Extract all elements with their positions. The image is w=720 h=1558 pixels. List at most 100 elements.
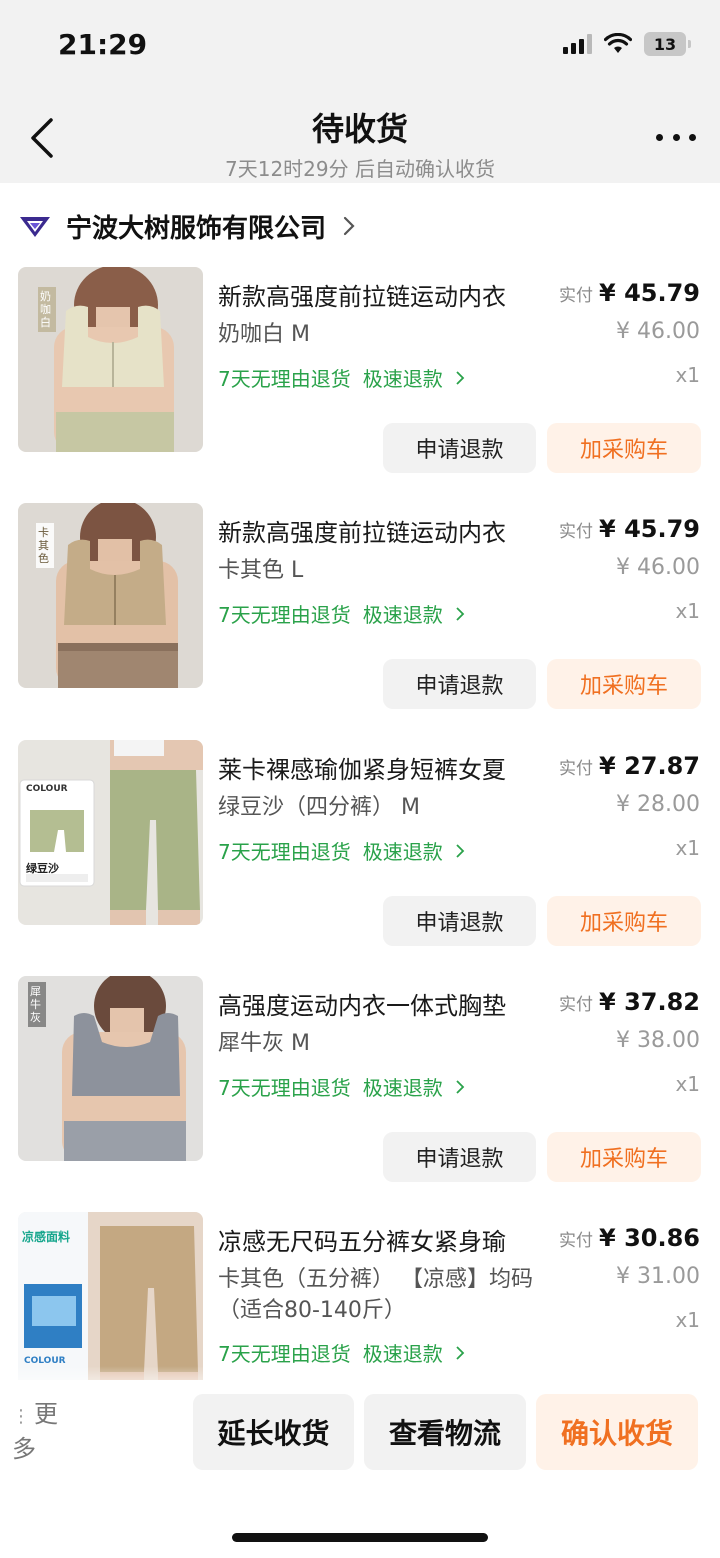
shop-badge-icon bbox=[20, 217, 50, 237]
paid-label: 实付 bbox=[559, 995, 594, 1015]
status-time: 21:29 bbox=[58, 28, 148, 61]
shop-header[interactable]: 宁波大树服饰有限公司 bbox=[18, 206, 356, 246]
more-options-button[interactable] bbox=[652, 122, 700, 152]
service-tags[interactable]: 7天无理由退货 极速退款 bbox=[218, 363, 465, 392]
wifi-icon bbox=[604, 33, 632, 53]
product-image[interactable]: COLOUR 绿豆沙 bbox=[18, 740, 203, 925]
chevron-right-icon bbox=[343, 216, 355, 236]
paid-price: 实付 ¥ 30.86 bbox=[559, 1224, 700, 1252]
product-image[interactable]: 犀牛灰 bbox=[18, 976, 203, 1161]
product-title[interactable]: 新款高强度前拉链运动内衣 bbox=[218, 277, 558, 312]
quantity: x1 bbox=[675, 1072, 700, 1096]
paid-amount: ¥ 30.86 bbox=[599, 1224, 700, 1252]
return-policy-tag: 7天无理由退货 bbox=[218, 840, 351, 864]
return-policy-tag: 7天无理由退货 bbox=[218, 603, 351, 627]
refund-button[interactable]: 申请退款 bbox=[383, 423, 536, 473]
product-title[interactable]: 莱卡裸感瑜伽紧身短裤女夏 bbox=[218, 750, 558, 785]
product-spec: 奶咖白 M bbox=[218, 322, 310, 347]
return-policy-tag: 7天无理由退货 bbox=[218, 1342, 351, 1366]
original-price: ¥ 28.00 bbox=[616, 792, 700, 817]
refund-button[interactable]: 申请退款 bbox=[383, 659, 536, 709]
product-image-badge: COLOUR bbox=[24, 1356, 66, 1366]
chevron-right-icon bbox=[456, 1345, 465, 1360]
service-tags[interactable]: 7天无理由退货 极速退款 bbox=[218, 1072, 465, 1101]
original-price: ¥ 38.00 bbox=[616, 1028, 700, 1053]
paid-amount: ¥ 45.79 bbox=[599, 515, 700, 543]
product-spec: 绿豆沙（四分裤） M bbox=[218, 795, 420, 820]
battery-level: 13 bbox=[653, 34, 677, 54]
bottom-action-bar: ⋮ 更多 延长收货 查看物流 确认收货 bbox=[0, 1380, 720, 1558]
paid-amount: ¥ 27.87 bbox=[599, 752, 700, 780]
paid-price: 实付 ¥ 37.82 bbox=[559, 988, 700, 1016]
product-title[interactable]: 高强度运动内衣一体式胸垫 bbox=[218, 986, 558, 1021]
product-image[interactable]: 奶咖白 bbox=[18, 267, 203, 452]
order-item[interactable]: 犀牛灰 高强度运动内衣一体式胸垫 犀牛灰 M 7天无理由退货 极速退款 实付 ¥ … bbox=[0, 976, 720, 1212]
paid-label: 实付 bbox=[559, 759, 594, 779]
order-item[interactable]: 奶咖白 新款高强度前拉链运动内衣 奶咖白 M 7天无理由退货 极速退款 实付 ¥ … bbox=[0, 267, 720, 503]
home-indicator[interactable] bbox=[232, 1533, 488, 1542]
product-image-tag: 卡其色 bbox=[36, 523, 54, 568]
return-policy-tag: 7天无理由退货 bbox=[218, 1076, 351, 1100]
fast-refund-tag: 极速退款 bbox=[362, 840, 443, 864]
chevron-right-icon bbox=[456, 606, 465, 621]
order-item[interactable]: COLOUR 绿豆沙 莱卡裸感瑜伽紧身短裤女夏 绿豆沙（四分裤） M 7天无理由… bbox=[0, 740, 720, 976]
quantity: x1 bbox=[675, 599, 700, 623]
confirm-receipt-button[interactable]: 确认收货 bbox=[536, 1394, 698, 1470]
chevron-right-icon bbox=[456, 370, 465, 385]
add-to-cart-button[interactable]: 加采购车 bbox=[547, 659, 701, 709]
product-title[interactable]: 凉感无尺码五分裤女紧身瑜 bbox=[218, 1222, 558, 1257]
quantity: x1 bbox=[675, 1308, 700, 1332]
quantity: x1 bbox=[675, 363, 700, 387]
order-item[interactable]: 卡其色 新款高强度前拉链运动内衣 卡其色 L 7天无理由退货 极速退款 实付 ¥ … bbox=[0, 503, 720, 739]
extend-receipt-button[interactable]: 延长收货 bbox=[193, 1394, 354, 1470]
product-spec: 卡其色 L bbox=[218, 558, 304, 583]
dot-icon bbox=[689, 133, 696, 141]
auto-confirm-countdown: 7天12时29分 后自动确认收货 bbox=[225, 157, 495, 181]
battery-icon: 13 bbox=[644, 32, 691, 56]
product-title[interactable]: 新款高强度前拉链运动内衣 bbox=[218, 513, 558, 548]
original-price: ¥ 46.00 bbox=[616, 319, 700, 344]
paid-label: 实付 bbox=[559, 286, 594, 306]
add-to-cart-button[interactable]: 加采购车 bbox=[547, 1132, 701, 1182]
dot-icon bbox=[656, 133, 663, 141]
add-to-cart-button[interactable]: 加采购车 bbox=[547, 423, 701, 473]
fast-refund-tag: 极速退款 bbox=[362, 603, 443, 627]
service-tags[interactable]: 7天无理由退货 极速退款 bbox=[218, 599, 465, 628]
refund-button[interactable]: 申请退款 bbox=[383, 1132, 536, 1182]
paid-label: 实付 bbox=[559, 1231, 594, 1251]
product-spec: 卡其色（五分裤） 【凉感】均码（适合80-140斤） bbox=[218, 1267, 533, 1323]
paid-price: 实付 ¥ 45.79 bbox=[559, 279, 700, 307]
status-icons: 13 bbox=[563, 32, 691, 56]
view-logistics-button[interactable]: 查看物流 bbox=[364, 1394, 526, 1470]
product-image-tag: 奶咖白 bbox=[38, 287, 56, 332]
product-image[interactable]: 卡其色 bbox=[18, 503, 203, 688]
page-title: 待收货 bbox=[311, 110, 408, 148]
paid-label: 实付 bbox=[559, 522, 594, 542]
service-tags[interactable]: 7天无理由退货 极速退款 bbox=[218, 836, 465, 865]
fast-refund-tag: 极速退款 bbox=[362, 1076, 443, 1100]
header-area: 21:29 13 待收货 7天12时29分 后自动确认收货 bbox=[0, 0, 720, 183]
refund-button[interactable]: 申请退款 bbox=[383, 896, 536, 946]
product-image-badge: COLOUR bbox=[26, 784, 68, 794]
quantity: x1 bbox=[675, 836, 700, 860]
product-image-tag: 犀牛灰 bbox=[28, 982, 46, 1027]
fast-refund-tag: 极速退款 bbox=[362, 1342, 443, 1366]
add-to-cart-button[interactable]: 加采购车 bbox=[547, 896, 701, 946]
more-actions-button[interactable]: ⋮ 更多 bbox=[12, 1398, 72, 1465]
chevron-right-icon bbox=[456, 1079, 465, 1094]
paid-amount: ¥ 45.79 bbox=[599, 279, 700, 307]
paid-price: 实付 ¥ 27.87 bbox=[559, 752, 700, 780]
dot-icon bbox=[672, 133, 680, 141]
chevron-right-icon bbox=[456, 843, 465, 858]
fast-refund-tag: 极速退款 bbox=[362, 367, 443, 391]
signal-icon bbox=[563, 34, 592, 54]
product-image-tag: 凉感面料 bbox=[22, 1230, 71, 1244]
service-tags[interactable]: 7天无理由退货 极速退款 bbox=[218, 1338, 465, 1367]
more-dots-icon: ⋮ bbox=[12, 1406, 30, 1427]
product-spec: 犀牛灰 M bbox=[218, 1031, 310, 1056]
return-policy-tag: 7天无理由退货 bbox=[218, 367, 351, 391]
product-image-tag: 绿豆沙 bbox=[26, 862, 59, 875]
original-price: ¥ 46.00 bbox=[616, 555, 700, 580]
paid-price: 实付 ¥ 45.79 bbox=[559, 515, 700, 543]
paid-amount: ¥ 37.82 bbox=[599, 988, 700, 1016]
